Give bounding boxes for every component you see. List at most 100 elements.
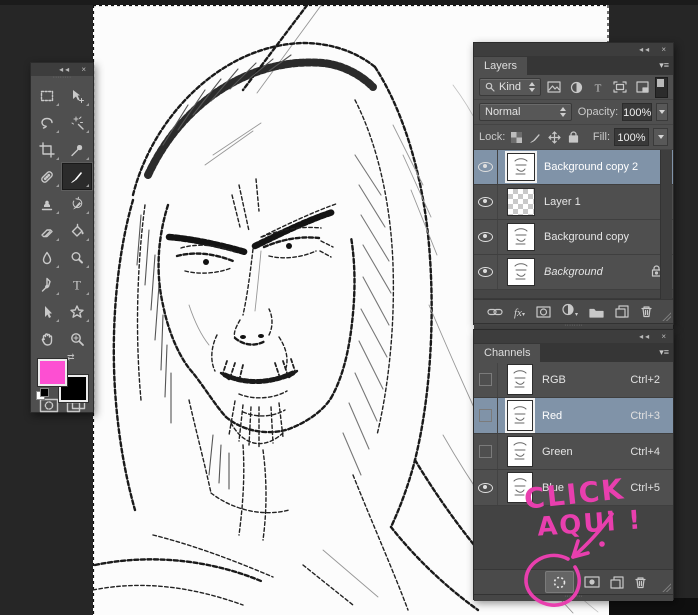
tool-grid: T bbox=[31, 82, 93, 352]
layer-filter-row: Kind T bbox=[474, 75, 673, 100]
layer-row[interactable]: Background copy bbox=[474, 220, 673, 255]
collapse-panel-icon[interactable]: ◂◂ bbox=[639, 45, 651, 54]
lock-label: Lock: bbox=[479, 131, 505, 143]
link-layers-icon[interactable] bbox=[487, 307, 503, 317]
tool-rectangular-marquee[interactable] bbox=[32, 82, 62, 109]
collapse-panel-icon[interactable]: ◂◂ bbox=[639, 332, 651, 341]
fill-dropdown-button[interactable] bbox=[653, 128, 668, 146]
new-adjustment-layer-button[interactable]: ▾ bbox=[562, 303, 578, 321]
lock-all-button[interactable] bbox=[566, 128, 581, 146]
filter-type-layers-button[interactable]: T bbox=[589, 78, 607, 96]
tool-path-selection[interactable] bbox=[32, 298, 62, 325]
channel-row[interactable]: RGB Ctrl+2 bbox=[474, 362, 673, 398]
save-selection-as-channel-icon[interactable] bbox=[584, 576, 600, 588]
collapse-panel-icon[interactable]: ◂◂ bbox=[59, 65, 71, 74]
history-brush-icon bbox=[69, 196, 85, 212]
visibility-toggle[interactable] bbox=[474, 150, 498, 184]
visibility-toggle[interactable] bbox=[474, 434, 498, 469]
visibility-toggle[interactable] bbox=[474, 362, 498, 397]
tool-zoom[interactable] bbox=[62, 325, 92, 352]
panel-menu-icon[interactable]: ▾≡ bbox=[659, 60, 669, 71]
layer-style-button[interactable]: fx▾ bbox=[514, 303, 525, 321]
tool-pen[interactable] bbox=[32, 271, 62, 298]
delete-channel-icon[interactable] bbox=[634, 576, 647, 589]
new-group-icon[interactable] bbox=[589, 306, 604, 318]
panel-resize-grip[interactable] bbox=[662, 583, 671, 592]
tool-magic-wand[interactable] bbox=[62, 109, 92, 136]
visibility-toggle[interactable] bbox=[474, 185, 498, 219]
channel-thumbnail[interactable] bbox=[507, 436, 533, 467]
close-panel-icon[interactable]: × bbox=[661, 332, 668, 341]
foreground-color-swatch[interactable] bbox=[38, 359, 67, 386]
new-layer-icon[interactable] bbox=[615, 305, 629, 318]
tool-paint-bucket[interactable] bbox=[62, 217, 92, 244]
tool-blur[interactable] bbox=[32, 244, 62, 271]
visibility-toggle[interactable] bbox=[474, 255, 498, 289]
opacity-label: Opacity: bbox=[578, 106, 618, 118]
tool-spot-healing-brush[interactable] bbox=[32, 163, 62, 190]
filter-kind-dropdown[interactable]: Kind bbox=[479, 78, 541, 96]
load-channel-as-selection-button[interactable] bbox=[545, 571, 574, 593]
visibility-toggle[interactable] bbox=[474, 470, 498, 505]
filter-pixel-layers-button[interactable] bbox=[545, 78, 563, 96]
layer-row[interactable]: Background bbox=[474, 255, 673, 290]
tool-custom-shape[interactable] bbox=[62, 298, 92, 325]
tool-eraser[interactable] bbox=[32, 217, 62, 244]
channel-thumbnail[interactable] bbox=[507, 400, 533, 431]
layer-thumbnail[interactable] bbox=[507, 188, 535, 216]
blend-mode-dropdown[interactable]: Normal bbox=[479, 103, 572, 121]
new-channel-icon[interactable] bbox=[610, 576, 624, 589]
tab-layers[interactable]: Layers bbox=[474, 57, 527, 76]
channel-name: Green bbox=[542, 446, 573, 458]
filter-shape-layers-button[interactable] bbox=[611, 78, 629, 96]
channels-panel-resize-dots[interactable]: ········ bbox=[474, 594, 673, 601]
channel-thumbnail[interactable] bbox=[507, 472, 533, 503]
add-layer-mask-icon[interactable] bbox=[536, 306, 551, 318]
layers-scrollbar[interactable] bbox=[660, 150, 672, 299]
type-filter-icon: T bbox=[592, 81, 604, 93]
filter-smart-objects-button[interactable] bbox=[633, 78, 651, 96]
lock-position-button[interactable] bbox=[547, 128, 562, 146]
layer-row[interactable]: Layer 1 bbox=[474, 185, 673, 220]
tool-crop[interactable] bbox=[32, 136, 62, 163]
rectangular-marquee-icon bbox=[39, 88, 55, 104]
tool-brush[interactable] bbox=[62, 163, 92, 190]
channel-row[interactable]: Red Ctrl+3 bbox=[474, 398, 673, 434]
channel-row[interactable]: Blue Ctrl+5 bbox=[474, 470, 673, 506]
lock-transparent-pixels-button[interactable] bbox=[509, 128, 524, 146]
panel-menu-icon[interactable]: ▾≡ bbox=[659, 347, 669, 358]
tool-lasso[interactable] bbox=[32, 109, 62, 136]
quick-mask-button[interactable] bbox=[39, 398, 59, 418]
tool-dodge[interactable] bbox=[62, 244, 92, 271]
tab-channels[interactable]: Channels bbox=[474, 344, 540, 363]
tool-eyedropper[interactable] bbox=[62, 136, 92, 163]
tool-history-brush[interactable] bbox=[62, 190, 92, 217]
opacity-dropdown-button[interactable] bbox=[656, 103, 668, 121]
visibility-toggle[interactable] bbox=[474, 398, 498, 433]
fill-value[interactable]: 100% bbox=[614, 128, 649, 146]
channel-thumbnail[interactable] bbox=[507, 364, 533, 395]
layer-thumbnail[interactable] bbox=[507, 223, 535, 251]
layer-thumbnail[interactable] bbox=[507, 258, 535, 286]
filter-adjustment-layers-button[interactable] bbox=[567, 78, 585, 96]
tool-move[interactable] bbox=[62, 82, 92, 109]
layer-thumbnail[interactable] bbox=[507, 153, 535, 181]
default-colors-icon[interactable] bbox=[36, 388, 49, 399]
opacity-value[interactable]: 100% bbox=[622, 103, 652, 121]
delete-layer-icon[interactable] bbox=[640, 305, 653, 318]
filter-toggle-switch[interactable] bbox=[655, 77, 668, 98]
panel-resize-grip[interactable] bbox=[662, 312, 671, 321]
layer-row[interactable]: Background copy 2 bbox=[474, 150, 673, 185]
close-panel-icon[interactable]: × bbox=[81, 65, 88, 74]
close-panel-icon[interactable]: × bbox=[661, 45, 668, 54]
tool-hand[interactable] bbox=[32, 325, 62, 352]
spot-healing-brush-icon bbox=[39, 169, 55, 185]
tool-type[interactable]: T bbox=[62, 271, 92, 298]
lock-image-pixels-button[interactable] bbox=[528, 128, 543, 146]
visibility-toggle[interactable] bbox=[474, 220, 498, 254]
channel-row[interactable]: Green Ctrl+4 bbox=[474, 434, 673, 470]
tool-clone-stamp[interactable] bbox=[32, 190, 62, 217]
thumbnail-sketch bbox=[511, 261, 531, 283]
channels-tab-bar: Channels ▾≡ bbox=[474, 343, 673, 362]
swap-colors-icon[interactable]: ⇄ bbox=[67, 352, 75, 363]
